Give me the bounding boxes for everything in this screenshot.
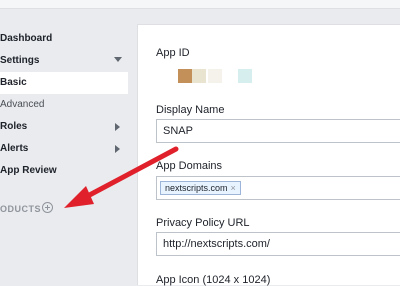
chevron-down-icon	[114, 57, 122, 62]
privacy-policy-label: Privacy Policy URL	[156, 217, 250, 229]
domain-tag-label: nextscripts.com	[165, 183, 228, 193]
privacy-policy-input[interactable]: http://nextscripts.com/	[156, 232, 400, 256]
display-name-value: SNAP	[163, 125, 193, 137]
sidebar-item-dashboard[interactable]: Dashboard	[0, 28, 128, 50]
sidebar-item-label: Dashboard	[0, 33, 53, 44]
privacy-policy-value: http://nextscripts.com/	[163, 238, 270, 250]
sidebar-item-label: Settings	[0, 55, 40, 66]
app-id-value	[156, 61, 400, 85]
products-section-label: ODUCTS	[0, 204, 41, 214]
app-id-label: App ID	[156, 47, 190, 59]
sidebar-item-label: App Review	[0, 165, 57, 176]
display-name-input[interactable]: SNAP	[156, 119, 400, 143]
chevron-right-icon	[115, 145, 120, 153]
app-id-redacted-swatch	[208, 69, 222, 83]
app-id-redacted-swatch	[238, 69, 252, 83]
remove-tag-icon[interactable]: ×	[231, 183, 236, 193]
basic-settings-panel: App ID Display Name SNAP App Domains nex…	[137, 24, 400, 286]
sidebar-item-basic[interactable]: Basic	[0, 72, 128, 94]
app-icon-label: App Icon (1024 x 1024)	[156, 274, 271, 286]
sidebar-item-label: Basic	[0, 77, 27, 88]
sidebar-item-label: Roles	[0, 121, 28, 132]
domain-tag: nextscripts.com ×	[160, 181, 241, 195]
app-domains-label: App Domains	[156, 160, 223, 172]
sidebar-item-settings[interactable]: Settings	[0, 50, 128, 72]
sidebar-item-alerts[interactable]: Alerts	[0, 138, 128, 160]
sidebar-item-label: Advanced	[0, 99, 45, 110]
display-name-label: Display Name	[156, 104, 225, 116]
sidebar-item-advanced[interactable]: Advanced	[0, 94, 128, 116]
app-id-redacted-swatch	[178, 69, 192, 83]
sidebar-item-roles[interactable]: Roles	[0, 116, 128, 138]
sidebar-item-app-review[interactable]: App Review	[0, 160, 128, 182]
chevron-right-icon	[115, 123, 120, 131]
app-id-redacted-swatch	[192, 69, 206, 83]
sidebar-item-label: Alerts	[0, 143, 29, 154]
add-product-icon[interactable]	[42, 202, 53, 213]
app-domains-input[interactable]: nextscripts.com ×	[156, 176, 400, 200]
top-strip	[0, 0, 400, 9]
